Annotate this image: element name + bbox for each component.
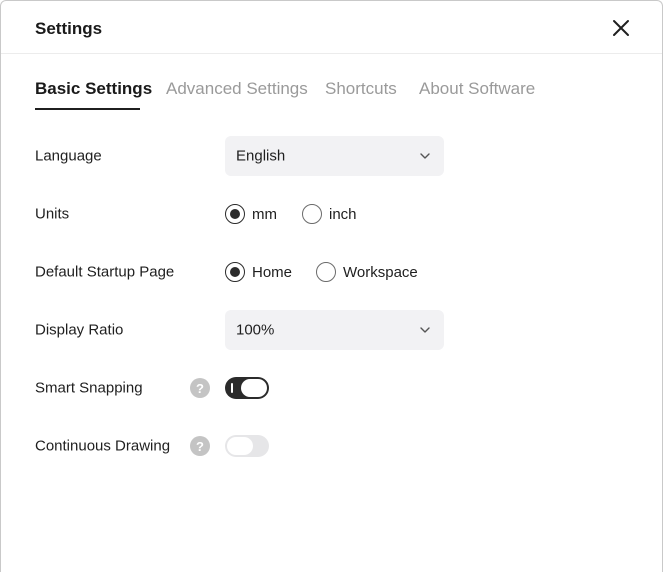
- close-button[interactable]: [607, 14, 635, 42]
- tab-about-software[interactable]: About Software: [419, 79, 535, 99]
- display-ratio-select[interactable]: 100%: [225, 310, 444, 350]
- chevron-down-icon: [420, 327, 430, 333]
- smart-snapping-row: Smart Snapping ?: [35, 368, 635, 408]
- startup-radio-home[interactable]: Home: [225, 262, 292, 282]
- chevron-down-icon: [420, 153, 430, 159]
- continuous-drawing-toggle[interactable]: [225, 435, 269, 457]
- smart-snapping-label: Smart Snapping: [35, 379, 143, 397]
- display-ratio-row: Display Ratio 100%: [35, 310, 635, 350]
- radio-unchecked-icon: [302, 204, 322, 224]
- units-row: Units mm inch: [35, 194, 635, 234]
- help-icon[interactable]: ?: [190, 436, 210, 456]
- tab-advanced-settings[interactable]: Advanced Settings: [166, 79, 308, 99]
- tab-basic-settings[interactable]: Basic Settings: [35, 79, 152, 99]
- close-icon: [613, 20, 629, 36]
- continuous-drawing-label: Continuous Drawing: [35, 437, 171, 455]
- startup-page-label: Default Startup Page: [35, 263, 175, 281]
- units-option-label: mm: [252, 205, 277, 223]
- radio-checked-icon: [225, 204, 245, 224]
- radio-checked-icon: [225, 262, 245, 282]
- display-ratio-value: 100%: [236, 321, 275, 339]
- tab-shortcuts[interactable]: Shortcuts: [325, 79, 397, 99]
- dialog-title: Settings: [35, 19, 103, 38]
- continuous-drawing-row: Continuous Drawing ?: [35, 426, 635, 466]
- startup-option-label: Workspace: [343, 263, 418, 281]
- help-icon[interactable]: ?: [190, 378, 210, 398]
- language-row: Language English: [35, 136, 635, 176]
- language-value: English: [236, 147, 286, 165]
- startup-radio-workspace[interactable]: Workspace: [316, 262, 418, 282]
- dialog-header: Settings: [1, 1, 662, 54]
- active-tab-underline: [35, 108, 140, 110]
- startup-page-row: Default Startup Page Home Workspace: [35, 252, 635, 292]
- toggle-knob: [241, 379, 267, 397]
- units-radio-mm[interactable]: mm: [225, 204, 277, 224]
- units-label: Units: [35, 205, 70, 223]
- smart-snapping-toggle[interactable]: [225, 377, 269, 399]
- settings-dialog: Settings Basic Settings Advanced Setting…: [0, 0, 663, 572]
- toggle-knob: [227, 437, 253, 455]
- language-label: Language: [35, 147, 102, 165]
- startup-option-label: Home: [252, 263, 293, 281]
- language-select[interactable]: English: [225, 136, 444, 176]
- radio-unchecked-icon: [316, 262, 336, 282]
- display-ratio-label: Display Ratio: [35, 321, 124, 339]
- toggle-on-indicator: [231, 383, 233, 393]
- units-option-label: inch: [329, 205, 357, 223]
- units-radio-inch[interactable]: inch: [302, 204, 357, 224]
